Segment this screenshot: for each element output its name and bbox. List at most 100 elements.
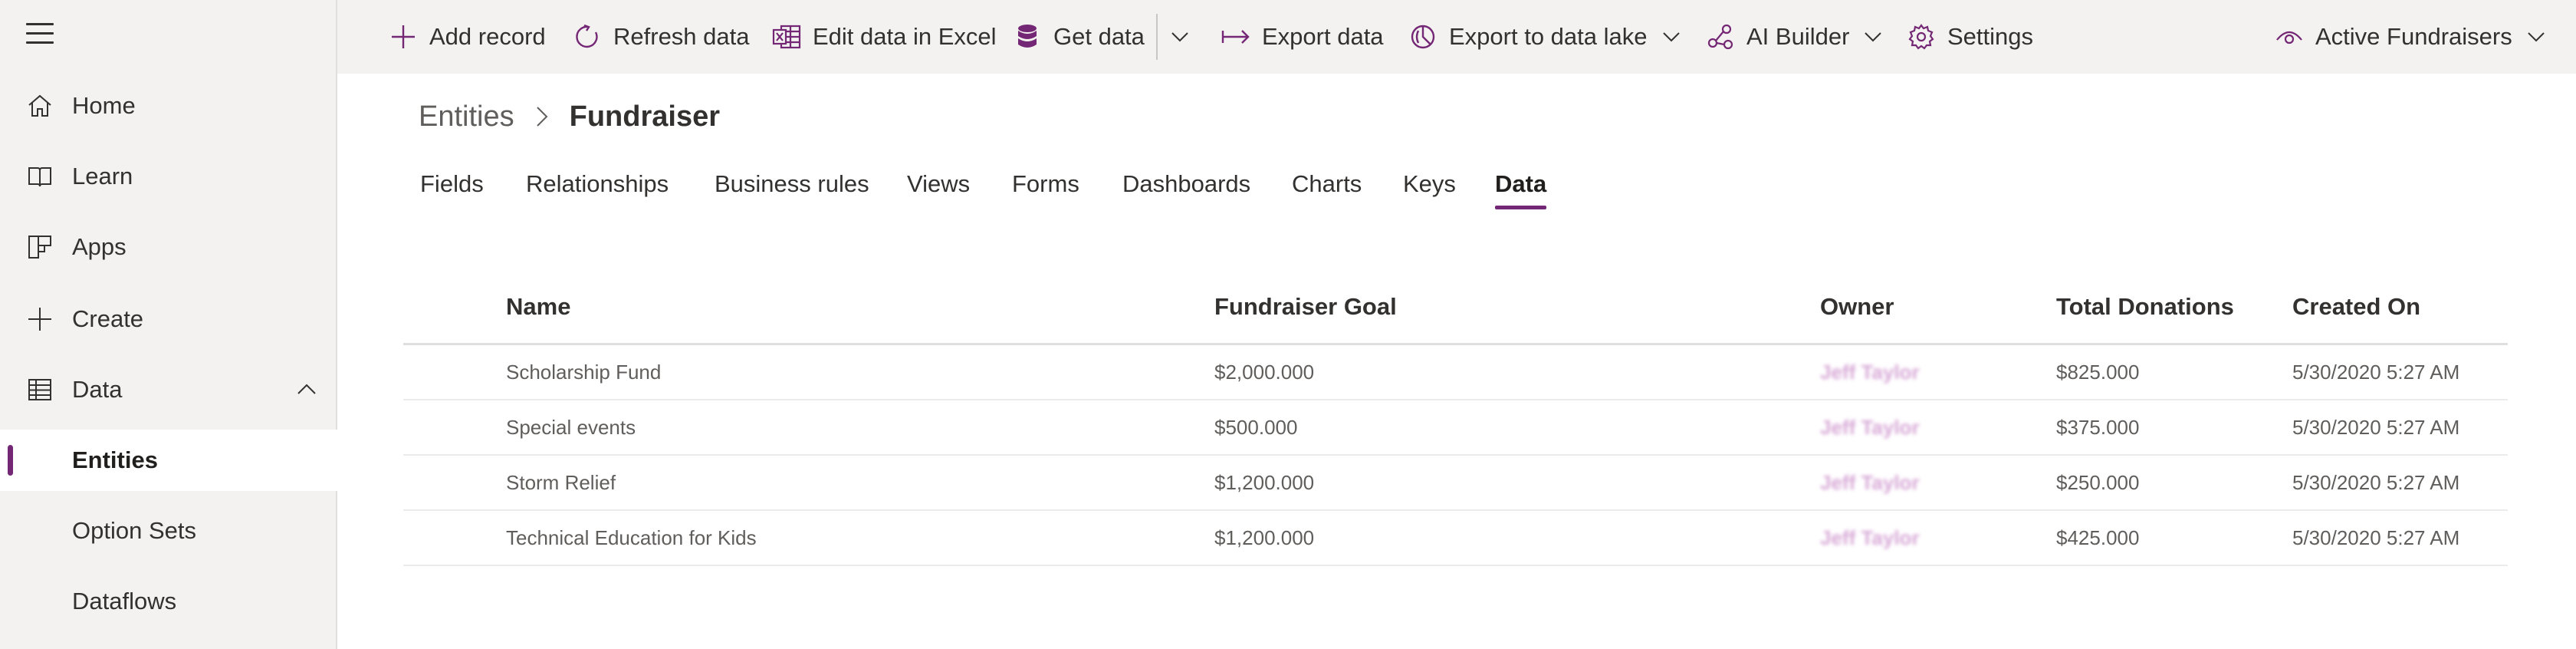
cell-fundraiser-goal: $500.000 (1214, 416, 1298, 439)
view-selector-label: Active Fundraisers (2315, 23, 2512, 50)
page-title: Fundraiser (569, 100, 721, 133)
export-data-label: Export data (1262, 23, 1384, 50)
tab-dashboards[interactable]: Dashboards (1122, 170, 1250, 209)
sidebar-item-data[interactable]: Data (0, 359, 337, 420)
sidebar-item-label: Option Sets (72, 517, 196, 544)
tab-views[interactable]: Views (907, 170, 970, 209)
cell-fundraiser-goal: $1,200.000 (1214, 471, 1315, 494)
breadcrumb: Entities Fundraiser (419, 97, 720, 137)
home-icon (26, 92, 54, 120)
cell-name[interactable]: Technical Education for Kids (506, 526, 757, 550)
left-navigation: Home Learn Apps Create Data Entities Opt… (0, 0, 337, 649)
cell-total-donations: $425.000 (2056, 526, 2140, 549)
add-record-button[interactable]: Add record (388, 0, 546, 74)
edit-in-excel-label: Edit data in Excel (813, 23, 997, 50)
cell-name[interactable]: Storm Relief (506, 471, 616, 495)
cell-name[interactable]: Special events (506, 416, 636, 440)
export-to-data-lake-button[interactable]: Export to data lake (1408, 0, 1681, 74)
export-to-data-lake-label: Export to data lake (1449, 23, 1648, 50)
ai-builder-button[interactable]: AI Builder (1705, 0, 1883, 74)
tab-keys[interactable]: Keys (1403, 170, 1456, 209)
data-grid: Name Fundraiser Goal Owner Total Donatio… (403, 276, 2508, 566)
cell-owner[interactable]: Jeff Taylor (1820, 471, 1920, 495)
get-data-button[interactable]: Get data (1012, 0, 1145, 74)
sidebar-item-label: Create (72, 305, 144, 332)
table-row[interactable]: Special events $500.000 Jeff Taylor $375… (403, 400, 2508, 456)
chevron-down-icon (1170, 27, 1190, 47)
cell-fundraiser-goal: $2,000.000 (1214, 361, 1315, 384)
refresh-icon (572, 21, 603, 52)
breadcrumb-entities-link[interactable]: Entities (419, 100, 514, 133)
refresh-data-button[interactable]: Refresh data (572, 0, 750, 74)
sidebar-item-home[interactable]: Home (0, 75, 337, 137)
cell-fundraiser-goal: $1,200.000 (1214, 526, 1315, 549)
tab-relationships[interactable]: Relationships (526, 170, 669, 209)
get-data-dropdown-button[interactable] (1170, 0, 1190, 74)
column-header-created-on[interactable]: Created On (2292, 293, 2420, 321)
sidebar-item-label: Learn (72, 163, 133, 189)
chevron-down-icon (1863, 27, 1883, 47)
chevron-down-icon (2526, 27, 2546, 47)
database-icon (1012, 21, 1043, 52)
plus-icon (388, 21, 419, 52)
cell-owner[interactable]: Jeff Taylor (1820, 526, 1920, 550)
cell-owner[interactable]: Jeff Taylor (1820, 416, 1920, 440)
settings-button[interactable]: Settings (1906, 0, 2033, 74)
book-icon (26, 163, 54, 190)
eye-icon (2274, 21, 2305, 52)
cell-total-donations: $825.000 (2056, 361, 2140, 384)
hamburger-menu-icon[interactable] (26, 23, 54, 46)
column-header-fundraiser-goal[interactable]: Fundraiser Goal (1214, 293, 1397, 321)
tab-charts[interactable]: Charts (1292, 170, 1362, 209)
add-record-label: Add record (429, 23, 546, 50)
column-header-owner[interactable]: Owner (1820, 293, 1894, 321)
get-data-label: Get data (1053, 23, 1145, 50)
sidebar-item-create[interactable]: Create (0, 288, 337, 350)
tab-forms[interactable]: Forms (1012, 170, 1079, 209)
tab-data[interactable]: Data (1495, 170, 1547, 209)
plus-icon (26, 305, 54, 333)
toolbar-divider (1156, 14, 1158, 60)
table-row[interactable]: Technical Education for Kids $1,200.000 … (403, 511, 2508, 566)
table-row[interactable]: Storm Relief $1,200.000 Jeff Taylor $250… (403, 456, 2508, 511)
tab-fields[interactable]: Fields (420, 170, 484, 209)
sidebar-item-apps[interactable]: Apps (0, 216, 337, 278)
ai-builder-icon (1705, 21, 1736, 52)
cell-created-on: 5/30/2020 5:27 AM (2292, 526, 2460, 549)
cell-created-on: 5/30/2020 5:27 AM (2292, 416, 2460, 439)
sidebar-item-option-sets[interactable]: Option Sets (0, 500, 337, 562)
gear-icon (1906, 21, 1937, 52)
ai-builder-label: AI Builder (1746, 23, 1850, 50)
sidebar-item-dataflows[interactable]: Dataflows (0, 571, 337, 632)
column-header-total-donations[interactable]: Total Donations (2056, 293, 2234, 321)
command-bar: Add record Refresh data Edit data in Exc… (337, 0, 2576, 74)
refresh-data-label: Refresh data (613, 23, 750, 50)
settings-label: Settings (1947, 23, 2034, 50)
tab-business-rules[interactable]: Business rules (715, 170, 869, 209)
chevron-up-icon[interactable] (296, 379, 317, 400)
cell-created-on: 5/30/2020 5:27 AM (2292, 361, 2460, 384)
table-header: Name Fundraiser Goal Owner Total Donatio… (403, 276, 2508, 345)
cell-owner[interactable]: Jeff Taylor (1820, 361, 1920, 384)
sidebar-item-label: Entities (72, 446, 158, 473)
chevron-down-icon (1661, 27, 1681, 47)
sidebar-item-entities[interactable]: Entities (0, 430, 337, 491)
table-row[interactable]: Scholarship Fund $2,000.000 Jeff Taylor … (403, 345, 2508, 400)
sidebar-item-label: Home (72, 92, 136, 119)
export-arrow-icon (1221, 21, 1251, 52)
view-selector-button[interactable]: Active Fundraisers (2274, 0, 2546, 74)
edit-in-excel-button[interactable]: Edit data in Excel (771, 0, 997, 74)
sidebar-item-learn[interactable]: Learn (0, 146, 337, 207)
data-lake-icon (1408, 21, 1438, 52)
apps-icon (26, 233, 54, 261)
export-data-button[interactable]: Export data (1221, 0, 1384, 74)
column-header-name[interactable]: Name (506, 293, 570, 321)
sidebar-item-label: Apps (72, 233, 127, 260)
cell-created-on: 5/30/2020 5:27 AM (2292, 471, 2460, 494)
table-icon (26, 376, 54, 404)
sidebar-item-label: Dataflows (72, 588, 177, 614)
excel-icon (771, 21, 802, 52)
cell-total-donations: $250.000 (2056, 471, 2140, 494)
cell-name[interactable]: Scholarship Fund (506, 361, 661, 384)
sidebar-item-label: Data (72, 376, 123, 403)
